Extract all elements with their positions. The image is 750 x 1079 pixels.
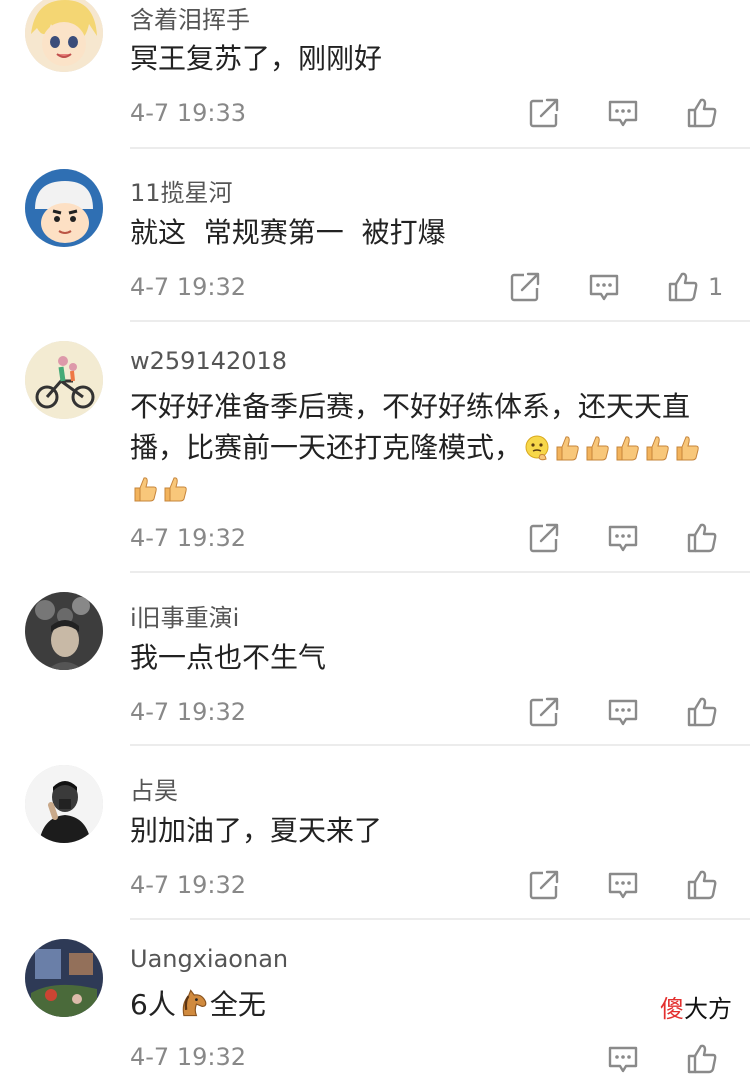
username[interactable]: i旧事重演i [130,598,239,633]
timestamp: 4-7 19:32 [130,1043,246,1071]
thumbs-up-emoji [583,434,611,462]
share-button[interactable] [527,518,561,558]
like-count: 1 [708,273,724,301]
thumbs-up-icon [685,521,719,555]
comment-icon [587,270,621,304]
username[interactable]: 11揽星河 [130,173,233,208]
reply-button[interactable] [606,692,640,732]
comment-text-part: 6人 [130,988,176,1021]
comment-icon [606,96,640,130]
watermark-accent: 傻 [660,995,684,1023]
avatar[interactable] [25,169,103,247]
username[interactable]: 占昊 [130,771,178,806]
timestamp: 4-7 19:33 [130,99,246,127]
comment-text-part: 全无 [209,988,266,1021]
username[interactable]: Uangxiaonan [130,945,288,973]
timestamp: 4-7 19:32 [130,273,246,301]
comment-text: 就这 常规赛第一 被打爆 [130,216,446,249]
avatar[interactable] [25,765,103,843]
reply-button[interactable] [606,518,640,558]
horse-emoji [177,987,209,1019]
comment-icon [606,521,640,555]
avatar[interactable] [25,341,103,419]
username[interactable]: w259142018 [130,347,287,375]
thumbs-up-icon [685,695,719,729]
divider [130,918,750,920]
avatar[interactable] [25,939,103,1017]
thumbs-up-emoji [673,434,701,462]
thumbs-up-emoji [643,434,671,462]
share-icon [527,695,561,729]
timestamp: 4-7 19:32 [130,524,246,552]
share-button[interactable] [508,267,542,307]
thumbs-up-icon [685,868,719,902]
comment-text: 我一点也不生气 [130,641,327,674]
thumbs-up-icon [666,270,700,304]
like-button[interactable] [685,518,719,558]
reply-button[interactable] [606,93,640,133]
like-button[interactable] [685,1039,719,1079]
thinking-emoji [523,434,551,462]
comment-text: 别加油了，夏天来了 [130,814,383,847]
avatar[interactable] [25,592,103,670]
like-button[interactable]: 1 [666,267,723,307]
comment-icon [606,868,640,902]
watermark-text: 大方 [684,995,732,1023]
thumbs-up-emoji [131,475,159,503]
share-button[interactable] [527,865,561,905]
comment-text: 6人 全无 [130,984,730,1025]
share-icon [527,96,561,130]
like-button[interactable] [685,93,719,133]
reply-button[interactable] [587,267,621,307]
timestamp: 4-7 19:32 [130,871,246,899]
divider [130,744,750,746]
share-button[interactable] [527,692,561,732]
comment-text: 不好好准备季后赛，不好好练体系，还天天直播，比赛前一天还打克隆模式， [130,386,730,509]
thumbs-up-emoji [613,434,641,462]
share-icon [527,521,561,555]
divider [130,571,750,573]
divider [130,147,750,149]
comment-text: 冥王复苏了，刚刚好 [130,42,383,75]
share-icon [508,270,542,304]
like-button[interactable] [685,692,719,732]
thumbs-up-emoji [161,475,189,503]
comment-icon [606,1042,640,1076]
reply-button[interactable] [606,1039,640,1079]
thumbs-up-icon [685,1042,719,1076]
thumbs-up-emoji [553,434,581,462]
share-icon [527,868,561,902]
share-button[interactable] [527,93,561,133]
timestamp: 4-7 19:32 [130,698,246,726]
reply-button[interactable] [606,865,640,905]
avatar[interactable] [25,0,103,72]
divider [130,320,750,322]
thumbs-up-icon [685,96,719,130]
comment-icon [606,695,640,729]
like-button[interactable] [685,865,719,905]
watermark: 傻大方 [660,989,732,1024]
username[interactable]: 含着泪挥手 [130,0,250,35]
